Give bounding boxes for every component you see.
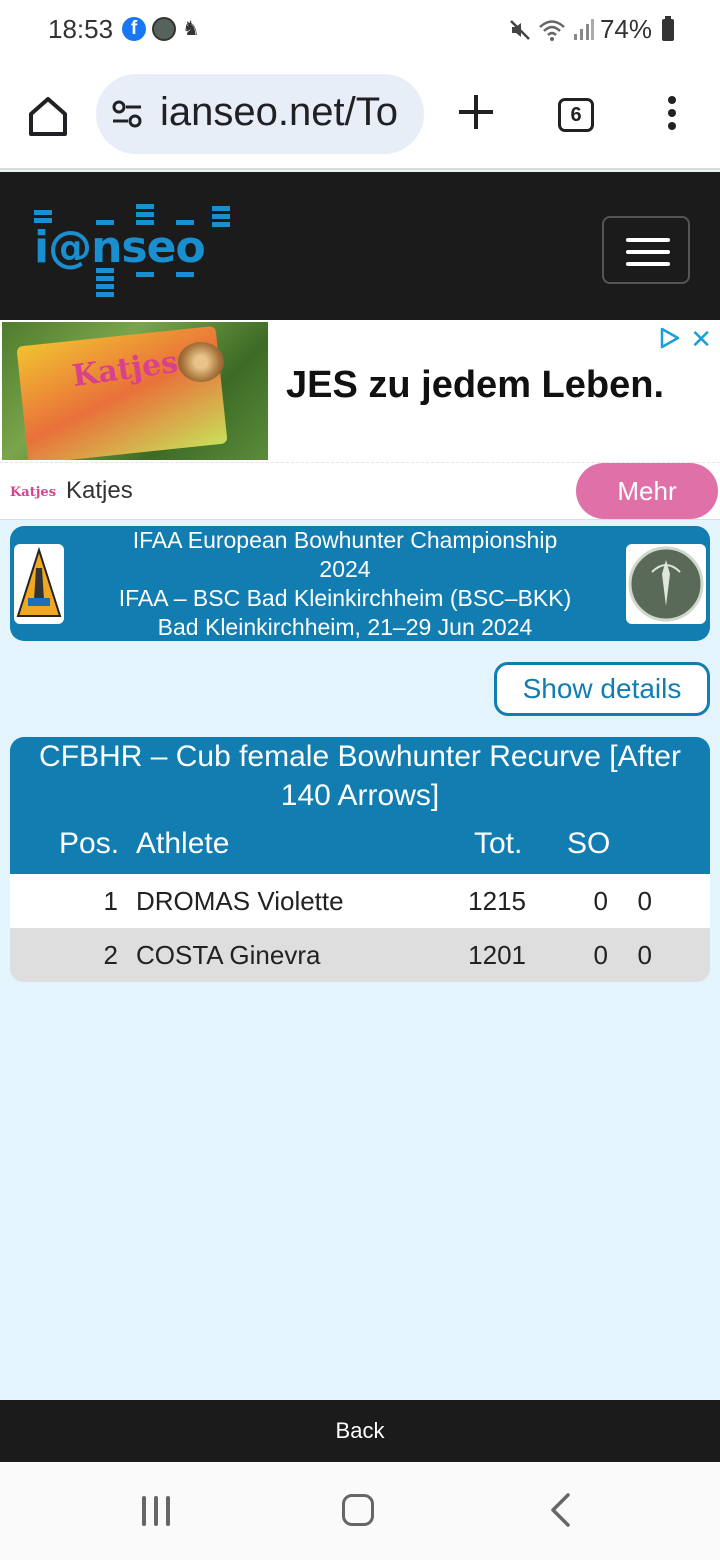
championship-logo [626, 544, 706, 624]
app-icon [152, 17, 176, 41]
ianseo-logo[interactable]: i@nseo [30, 202, 246, 298]
url-text[interactable]: ianseo.net/To [160, 90, 398, 135]
status-bar: 18:53 f ♞ 74% [0, 0, 720, 60]
overflow-menu-icon[interactable] [662, 96, 682, 136]
column-header-tot: Tot. [474, 827, 523, 860]
event-year: 2024 [319, 556, 371, 582]
ad-brand-logo: Katjes [10, 485, 57, 500]
cell-so: 0 [593, 940, 608, 970]
event-organizer: IFAA – BSC Bad Kleinkirchheim (BSC–BKK) [118, 585, 572, 611]
table-row: 1 DROMAS Violette 1215 0 0 [10, 874, 710, 928]
ad-cta-button[interactable]: Mehr [576, 463, 718, 519]
mute-icon [510, 19, 530, 40]
home-nav-icon[interactable] [342, 1494, 374, 1526]
signal-icon [573, 18, 594, 40]
ad-image[interactable]: Katjes [2, 322, 268, 460]
cell-so: 0 [637, 886, 652, 916]
new-tab-icon[interactable] [456, 92, 496, 132]
site-settings-icon[interactable] [112, 100, 142, 128]
ad-headline[interactable]: JES zu jedem Leben. [286, 364, 664, 407]
event-info: IFAA European Bowhunter Championship 202… [70, 526, 620, 642]
category-title: CFBHR – Cub female Bowhunter Recurve [Af… [39, 740, 681, 812]
results-header: CFBHR – Cub female Bowhunter Recurve [Af… [10, 737, 710, 874]
event-banner: IFAA European Bowhunter Championship 202… [10, 526, 710, 641]
ad-footer: Katjes Katjes Mehr [0, 462, 720, 520]
results-table: CFBHR – Cub female Bowhunter Recurve [Af… [10, 737, 710, 982]
column-header-pos: Pos. [59, 827, 120, 860]
cell-tot: 1215 [468, 886, 526, 916]
cell-athlete: DROMAS Violette [136, 886, 344, 916]
ad-advertiser-name: Katjes [66, 477, 133, 504]
menu-toggle-button[interactable] [602, 216, 690, 284]
column-header-so: SO [567, 827, 611, 860]
wifi-icon [539, 19, 565, 41]
battery-icon [662, 15, 674, 41]
event-title: IFAA European Bowhunter Championship [132, 527, 558, 553]
close-ad-icon[interactable]: ✕ [690, 324, 712, 355]
svg-text:i@nseo: i@nseo [34, 222, 205, 273]
cell-so: 0 [593, 886, 608, 916]
address-bar[interactable]: ianseo.net/To [96, 74, 424, 154]
browser-toolbar: ianseo.net/To 6 [0, 60, 720, 170]
battery-percent: 74% [599, 14, 652, 44]
back-button[interactable]: Back [0, 1400, 720, 1462]
system-navigation-bar [0, 1462, 720, 1560]
show-details-button[interactable]: Show details [494, 662, 710, 716]
home-icon[interactable] [26, 94, 70, 138]
cell-pos: 2 [103, 940, 118, 970]
system-icons: 74% [508, 14, 674, 45]
table-row: 2 COSTA Ginevra 1201 0 0 [10, 928, 710, 982]
site-header: i@nseo [0, 172, 720, 320]
advertisement[interactable]: Katjes ✕ JES zu jedem Leben. Katjes Katj… [0, 320, 720, 520]
snail-graphic [178, 342, 224, 382]
cell-pos: 1 [103, 886, 118, 916]
cell-tot: 1201 [468, 940, 526, 970]
ifaa-logo [14, 544, 64, 624]
notification-icons: f ♞ [122, 17, 204, 41]
cell-athlete: COSTA Ginevra [136, 940, 321, 970]
facebook-icon: f [122, 17, 146, 41]
status-time: 18:53 [48, 14, 114, 44]
tab-switcher-button[interactable]: 6 [558, 98, 594, 132]
cell-so: 0 [637, 940, 652, 970]
recent-apps-icon[interactable] [142, 1496, 172, 1526]
event-location-date: Bad Kleinkirchheim, 21–29 Jun 2024 [157, 614, 533, 640]
accessibility-icon: ♞ [182, 18, 200, 40]
back-nav-icon[interactable] [548, 1492, 572, 1528]
column-header-athlete: Athlete [136, 827, 230, 860]
adchoices-icon[interactable] [658, 326, 682, 350]
